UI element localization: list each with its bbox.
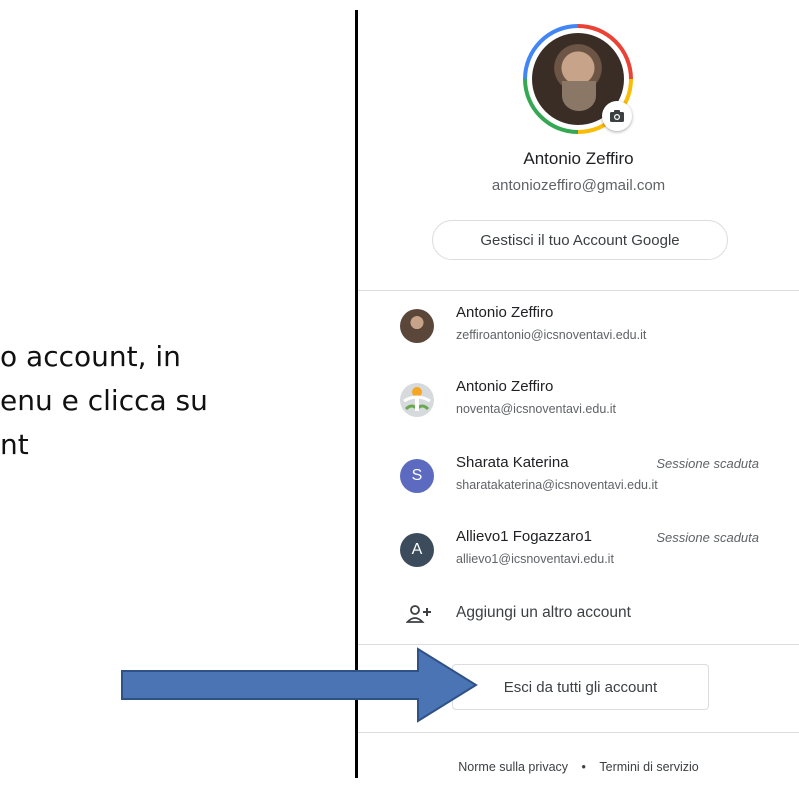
avatar-initial: A (411, 541, 423, 558)
account-avatar-initial: A (400, 533, 434, 567)
account-email: noventa@icsnoventavi.edu.it (456, 402, 617, 416)
divider (358, 290, 799, 291)
account-name: Allievo1 Fogazzaro1 (456, 528, 592, 545)
camera-icon[interactable] (602, 101, 632, 131)
slide-text: o account, in enu e clicca su nt (0, 335, 350, 467)
account-email: sharatakaterina@icsnoventavi.edu.it (456, 478, 658, 492)
account-avatar-photo (400, 309, 434, 343)
account-name: Sharata Katerina (456, 454, 569, 471)
footer-separator: • (581, 760, 586, 774)
slide-line-3: nt (0, 428, 29, 461)
session-expired-label: Sessione scaduta (656, 456, 759, 471)
avatar-initial: S (411, 467, 423, 484)
pointer-arrow-icon (121, 647, 478, 723)
add-account-button[interactable]: Aggiungi un altro account (358, 594, 799, 634)
account-item[interactable]: S Sharata Katerina Sessione scaduta shar… (358, 446, 799, 508)
slide-line-2: enu e clicca su (0, 384, 208, 417)
school-logo-icon (400, 383, 434, 417)
profile-name: Antonio Zeffiro (523, 149, 634, 168)
account-email: zeffiroantonio@icsnoventavi.edu.it (456, 328, 647, 342)
divider (358, 732, 799, 733)
footer: Norme sulla privacy • Termini di servizi… (358, 760, 799, 774)
add-account-label: Aggiungi un altro account (456, 604, 631, 621)
account-name: Antonio Zeffiro (456, 304, 554, 321)
session-expired-label: Sessione scaduta (656, 530, 759, 545)
signout-all-button[interactable]: Esci da tutti gli account (452, 664, 709, 710)
privacy-link[interactable]: Norme sulla privacy (458, 760, 568, 774)
slide-line-1: o account, in (0, 340, 181, 373)
terms-link[interactable]: Termini di servizio (599, 760, 698, 774)
account-email: allievo1@icsnoventavi.edu.it (456, 552, 614, 566)
manage-account-button[interactable]: Gestisci il tuo Account Google (432, 220, 728, 260)
profile-email: antoniozeffiro@gmail.com (491, 177, 666, 194)
account-item[interactable]: Antonio Zeffiro zeffiroantonio@icsnovent… (358, 296, 799, 358)
account-item[interactable]: A Allievo1 Fogazzaro1 Sessione scaduta a… (358, 520, 799, 582)
account-item[interactable]: Antonio Zeffiro noventa@icsnoventavi.edu… (358, 370, 799, 432)
account-avatar-initial: S (400, 459, 434, 493)
account-name: Antonio Zeffiro (456, 378, 554, 395)
person-add-icon (405, 604, 432, 629)
